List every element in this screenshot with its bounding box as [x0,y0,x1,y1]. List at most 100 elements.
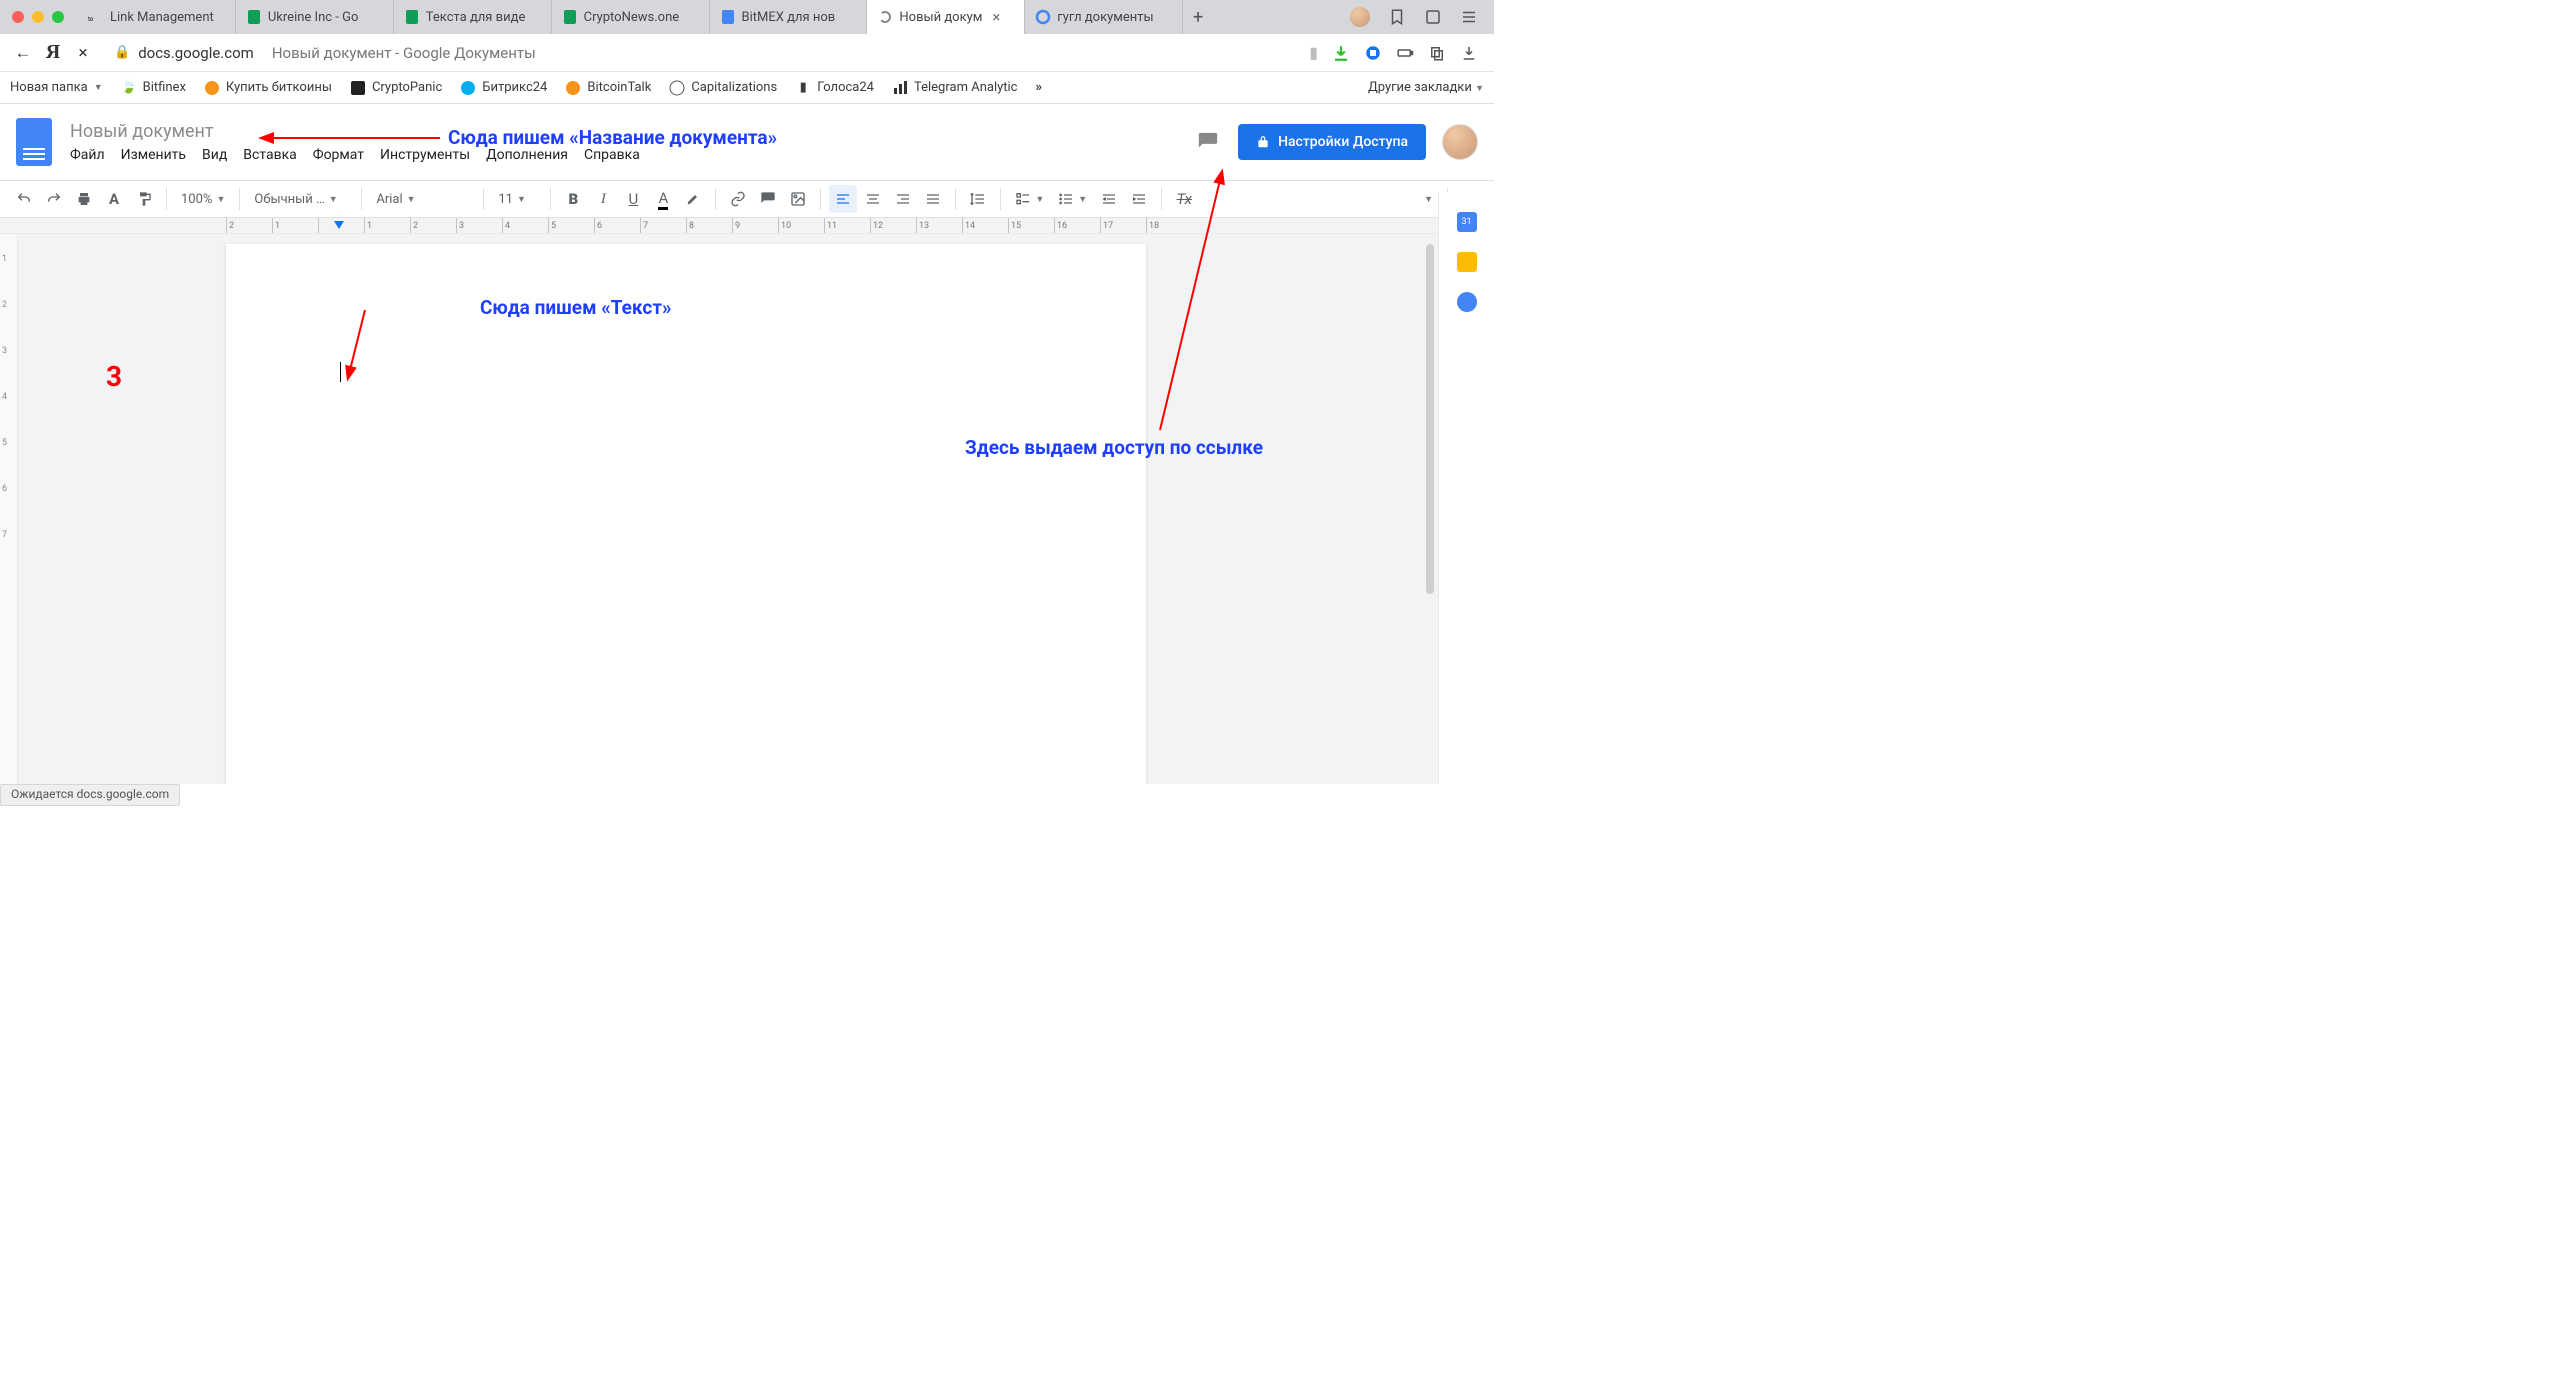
bold-button[interactable]: B [559,185,587,213]
redo-button[interactable] [40,185,68,213]
menu-bar: Файл Изменить Вид Вставка Формат Инструм… [70,147,640,163]
menu-view[interactable]: Вид [202,147,227,163]
zoom-selector[interactable]: 100%▼ [175,185,231,213]
tab-google-search[interactable]: гугл документы [1025,0,1183,34]
menu-edit[interactable]: Изменить [121,147,186,163]
horizontal-ruler[interactable]: 21123456789101112131415161718 [0,218,1494,234]
bookmark-buy-bitcoin[interactable]: Купить биткоины [204,80,332,96]
align-right-button[interactable] [889,185,917,213]
menu-insert[interactable]: Вставка [243,147,296,163]
user-avatar[interactable] [1442,124,1478,160]
align-justify-button[interactable] [919,185,947,213]
tab-new-document[interactable]: Новый докум × [867,0,1025,34]
close-tab-icon[interactable]: × [992,8,1000,26]
tab-ukreine-sheet[interactable]: Ukreine Inc - Go [236,0,394,34]
extensions-icon[interactable] [1424,8,1442,26]
bookmark-capitalizations[interactable]: Capitalizations [669,80,777,96]
playlist-icon[interactable] [1364,44,1382,62]
menu-tools[interactable]: Инструменты [380,147,470,163]
yandex-home-button[interactable]: Я [38,38,68,68]
orange-circle-icon [204,80,220,96]
page-bookmark-icon[interactable]: ▮ [1309,43,1318,62]
insert-link-button[interactable] [724,185,752,213]
tab-link-management[interactable]: to Link Management [78,0,236,34]
share-label: Настройки Доступа [1278,134,1408,150]
lock-icon[interactable]: 🔒 [114,45,130,60]
menu-icon[interactable] [1460,8,1478,26]
tab-bitmex-doc[interactable]: BitMEX для нов [710,0,868,34]
tab-label: Текста для виде [426,10,526,25]
stop-reload-button[interactable]: × [68,38,98,68]
battery-icon[interactable] [1396,44,1414,62]
bookmark-icon[interactable] [1388,8,1406,26]
bars-icon [892,80,908,96]
other-bookmarks[interactable]: Другие закладки ▼ [1368,80,1484,95]
loading-spinner-icon [877,9,893,25]
link-favicon-icon: to [88,9,104,25]
highlight-color-button[interactable] [679,185,707,213]
insert-comment-button[interactable] [754,185,782,213]
tab-label: Ukreine Inc - Go [268,10,359,25]
tab-texts-sheet[interactable]: Текста для виде [394,0,552,34]
google-docs-logo-icon[interactable] [16,118,52,166]
print-button[interactable] [70,185,98,213]
keep-icon[interactable] [1457,252,1477,272]
profile-avatar[interactable] [1350,7,1370,27]
url-field[interactable]: 🔒 docs.google.com Новый документ - Googl… [106,38,1303,68]
minimize-window-icon[interactable] [32,11,44,23]
font-size-selector[interactable]: 11▼ [492,185,542,213]
checklist-button[interactable]: ▼ [1009,185,1050,213]
line-spacing-button[interactable] [964,185,992,213]
bookmark-overflow-chevron[interactable]: » [1035,80,1042,95]
text-color-button[interactable]: A [649,185,677,213]
bookmark-bitfinex[interactable]: 🍃Bitfinex [121,80,186,96]
formatting-toolbar: A 100%▼ Обычный …▼ Arial▼ 11▼ B I U A ▼ … [0,180,1494,218]
decrease-indent-button[interactable] [1095,185,1123,213]
download-icon[interactable] [1332,44,1350,62]
bullet-list-button[interactable]: ▼ [1052,185,1093,213]
window-controls[interactable] [12,11,64,23]
paint-format-button[interactable] [130,185,158,213]
comments-button[interactable] [1190,124,1226,160]
bookmark-telegram-analytics[interactable]: Telegram Analytic [892,80,1018,96]
editing-mode-selector[interactable]: ▼ [1418,185,1439,213]
tab-cryptonews-sheet[interactable]: CryptoNews.one [552,0,710,34]
menu-addons[interactable]: Дополнения [486,147,568,163]
menu-file[interactable]: Файл [70,147,105,163]
copy-icon[interactable] [1428,44,1446,62]
increase-indent-button[interactable] [1125,185,1153,213]
scrollbar[interactable] [1424,244,1436,774]
sheets-favicon-icon [246,9,262,25]
bookmark-bitrix24[interactable]: Битрикс24 [460,80,547,96]
share-button[interactable]: Настройки Доступа [1238,124,1426,160]
bookmark-cryptopanic[interactable]: CryptoPanic [350,80,442,96]
underline-button[interactable]: U [619,185,647,213]
menu-format[interactable]: Формат [313,147,364,163]
menu-help[interactable]: Справка [584,147,640,163]
downloads-button[interactable] [1460,44,1478,62]
new-tab-button[interactable]: + [1183,7,1213,28]
sheets-favicon-icon [562,9,578,25]
calendar-icon[interactable]: 31 [1457,212,1477,232]
scrollbar-thumb[interactable] [1426,244,1434,594]
tab-label: Link Management [110,10,214,25]
spellcheck-button[interactable]: A [100,185,128,213]
align-left-button[interactable] [829,185,857,213]
insert-image-button[interactable] [784,185,812,213]
style-selector[interactable]: Обычный …▼ [248,185,353,213]
italic-button[interactable]: I [589,185,617,213]
clear-formatting-button[interactable]: Tx [1170,185,1198,213]
maximize-window-icon[interactable] [52,11,64,23]
bookmark-golosa24[interactable]: ▮Голоса24 [795,80,874,96]
bookmark-bitcointalk[interactable]: BitcoinTalk [565,80,651,96]
close-window-icon[interactable] [12,11,24,23]
back-button[interactable]: ← [8,38,38,68]
bookmark-folder[interactable]: Новая папка ▼ [10,80,103,95]
font-selector[interactable]: Arial▼ [370,185,475,213]
tasks-icon[interactable] [1457,292,1477,312]
align-center-button[interactable] [859,185,887,213]
undo-button[interactable] [10,185,38,213]
document-title-input[interactable]: Новый документ [70,121,640,143]
document-page[interactable] [226,244,1146,784]
vertical-ruler[interactable]: 1234567 [0,234,18,784]
